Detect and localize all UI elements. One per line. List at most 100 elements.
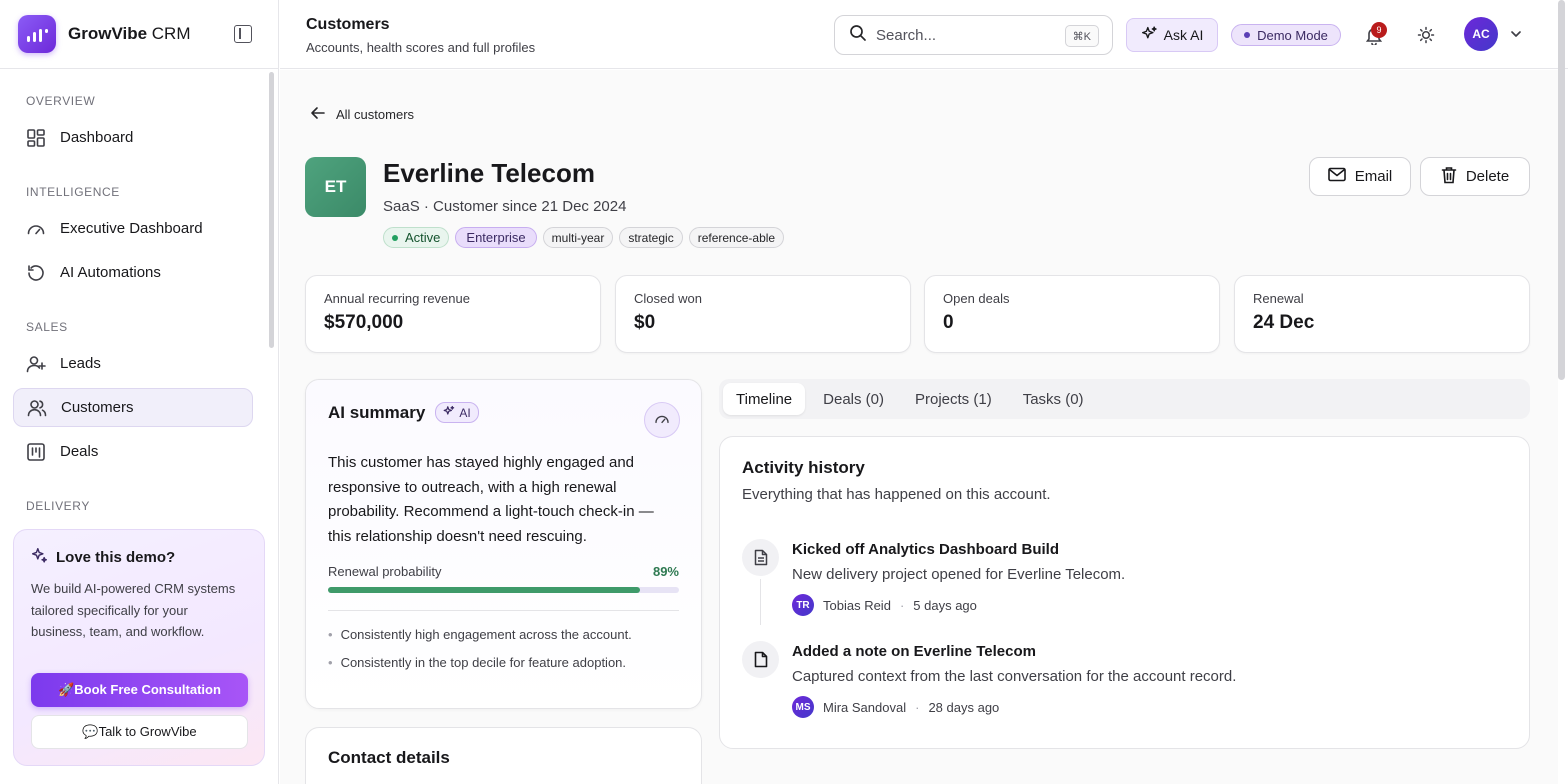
demo-mode-badge[interactable]: Demo Mode	[1231, 24, 1341, 46]
event-title: Added a note on Everline Telecom	[792, 643, 1036, 660]
sidebar-item-label: Leads	[60, 355, 101, 372]
note-icon	[742, 641, 779, 678]
user-plus-icon	[26, 354, 46, 374]
customer-subtitle: SaaS · Customer since 21 Dec 2024	[383, 198, 627, 215]
activity-history-card: Activity history Everything that has hap…	[719, 436, 1530, 749]
ask-ai-button[interactable]: Ask AI	[1126, 18, 1218, 52]
event-description: New delivery project opened for Everline…	[792, 566, 1126, 583]
back-to-customers-link[interactable]: All customers	[310, 106, 414, 123]
event-description: Captured context from the last conversat…	[792, 668, 1237, 685]
contact-details-title: Contact details	[328, 748, 450, 767]
sidebar-item-label: AI Automations	[60, 264, 161, 281]
sidebar-item-deals[interactable]: Deals	[13, 432, 253, 471]
tag-chip: multi-year	[542, 227, 614, 248]
ai-insights-list: Consistently high engagement across the …	[328, 620, 679, 676]
activity-subtitle: Everything that has happened on this acc…	[742, 486, 1051, 503]
stat-card-renewal: Renewal 24 Dec	[1234, 275, 1530, 353]
refresh-icon	[26, 263, 46, 283]
sidebar-item-customers[interactable]: Customers	[13, 388, 253, 427]
sidebar-item-dashboard[interactable]: Dashboard	[13, 118, 253, 157]
main-content: All customers ET Everline Telecom SaaS ·…	[280, 70, 1558, 784]
separator: ·	[899, 597, 905, 613]
health-gauge-button[interactable]	[644, 402, 680, 438]
sidebar-scrollbar[interactable]	[269, 72, 274, 348]
tab-deals[interactable]: Deals (0)	[810, 383, 897, 415]
sidebar-item-leads[interactable]: Leads	[13, 344, 253, 383]
status-dot	[1244, 32, 1251, 38]
stat-card-closed-won: Closed won $0	[615, 275, 911, 353]
promo-title: Love this demo?	[31, 547, 247, 568]
event-time: 5 days ago	[913, 597, 977, 613]
status-dot	[392, 234, 398, 241]
mail-icon	[1327, 167, 1346, 186]
tag-chip: reference-able	[688, 227, 785, 248]
sparkle-icon	[1141, 25, 1158, 45]
ai-summary-header: AI summary AI	[328, 402, 679, 423]
search-input[interactable]: Search... ⌘K	[834, 15, 1113, 55]
contact-details-card: Contact details	[305, 727, 702, 784]
tab-timeline[interactable]: Timeline	[723, 383, 806, 415]
notification-badge: 9	[1371, 22, 1387, 38]
timeline-connector	[760, 579, 761, 625]
activity-title: Activity history	[742, 458, 865, 477]
event-author: Tobias Reid	[823, 597, 891, 613]
email-button[interactable]: Email	[1309, 157, 1411, 196]
document-icon	[742, 539, 779, 576]
main-scrollbar[interactable]	[1558, 0, 1565, 380]
sparkle-icon	[443, 405, 455, 420]
event-meta: MS Mira Sandoval · 28 days ago	[792, 696, 999, 718]
list-item: Consistently in the top decile for featu…	[328, 648, 679, 676]
page-title: Customers	[306, 16, 390, 33]
trash-icon	[1441, 166, 1457, 188]
sidebar-item-label: Deals	[60, 443, 99, 460]
sidebar-item-executive-dashboard[interactable]: Executive Dashboard	[13, 209, 253, 248]
tab-tasks[interactable]: Tasks (0)	[1010, 383, 1097, 415]
user-avatar[interactable]: AC	[1464, 17, 1498, 51]
delete-button[interactable]: Delete	[1420, 157, 1530, 196]
separator: ·	[915, 699, 920, 715]
kanban-icon	[26, 442, 46, 462]
nav-section-intelligence: INTELLIGENCE	[26, 185, 120, 199]
status-badge: Active	[383, 227, 450, 248]
event-meta: TR Tobias Reid · 5 days ago	[792, 594, 977, 616]
nav-section-overview: OVERVIEW	[26, 94, 96, 108]
avatar: TR	[792, 594, 814, 616]
ai-summary-title: AI summary	[328, 402, 426, 422]
sidebar-item-ai-automations[interactable]: AI Automations	[13, 253, 253, 292]
brand-name: GrowVibe CRM	[68, 24, 191, 43]
promo-text: We build AI-powered CRM systems tailored…	[31, 581, 236, 639]
stat-card-open-deals: Open deals 0	[924, 275, 1220, 353]
page-subtitle: Accounts, health scores and full profile…	[306, 40, 536, 55]
sidebar-item-label: Customers	[61, 399, 134, 416]
users-icon	[27, 398, 47, 418]
divider	[328, 610, 679, 611]
sparkle-icon	[31, 547, 48, 568]
sidebar-item-label: Dashboard	[60, 129, 134, 146]
ai-summary-card: AI summary AI This customer has stayed h…	[305, 379, 702, 709]
customer-tags: Active Enterprise multi-year strategic r…	[383, 227, 785, 248]
dashboard-icon	[26, 128, 46, 148]
search-icon	[849, 24, 867, 46]
renewal-percent: 89%	[652, 564, 679, 579]
customer-name: Everline Telecom	[383, 158, 595, 188]
stat-card-arr: Annual recurring revenue $570,000	[305, 275, 601, 353]
top-header: Customers Accounts, health scores and fu…	[280, 0, 1568, 69]
ai-summary-text: This customer has stayed highly engaged …	[328, 454, 654, 545]
event-time: 28 days ago	[928, 699, 1000, 715]
ai-badge: AI	[435, 402, 479, 423]
renewal-progress-fill	[328, 587, 641, 593]
nav-section-sales: SALES	[26, 320, 68, 334]
sidebar-collapse-icon[interactable]	[234, 25, 252, 43]
tab-projects[interactable]: Projects (1)	[902, 383, 1005, 415]
renewal-probability-row: Renewal probability 89%	[328, 564, 679, 579]
tier-badge: Enterprise	[455, 227, 537, 248]
customer-tabs: Timeline Deals (0) Projects (1) Tasks (0…	[719, 379, 1530, 419]
brand-logo-icon	[18, 15, 56, 53]
chevron-down-icon[interactable]	[1509, 27, 1523, 46]
arrow-left-icon	[310, 106, 326, 123]
tag-chip: strategic	[619, 227, 683, 248]
avatar: MS	[792, 696, 814, 718]
talk-to-growvibe-button[interactable]: 💬Talk to GrowVibe	[31, 715, 248, 749]
book-consultation-button[interactable]: 🚀Book Free Consultation	[31, 673, 248, 707]
theme-toggle-sun-icon[interactable]	[1416, 25, 1436, 50]
